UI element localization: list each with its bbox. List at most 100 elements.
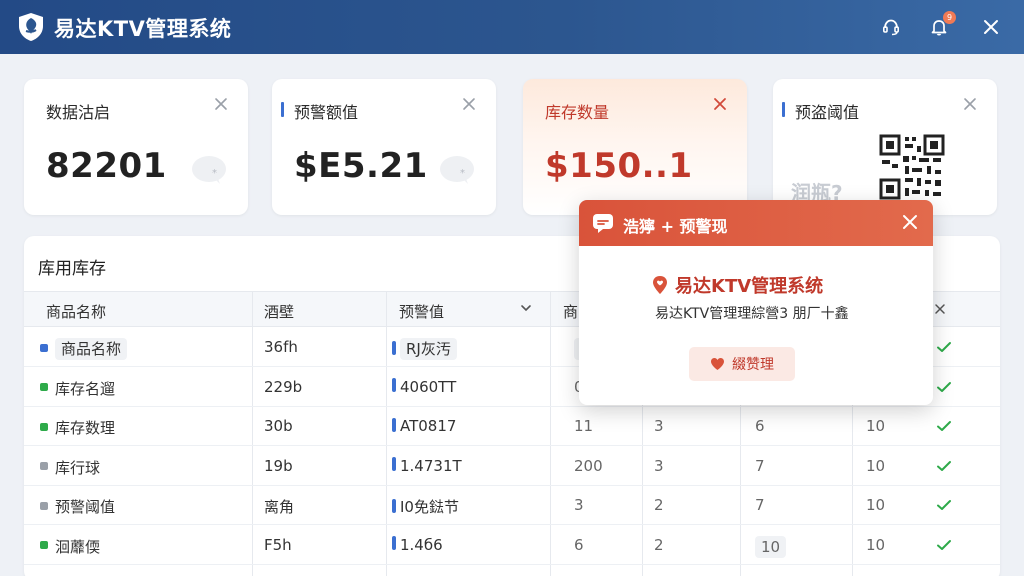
table-cell: 6 [574,535,584,554]
table-row[interactable]: 库存数理 AT0817 30b 11 3 6 10 [24,407,1000,446]
value-bar [392,498,396,513]
table-cell: 2 [654,496,664,514]
status-dot [40,501,48,510]
status-dot [40,422,48,431]
product-name-cell: 库存名遛 [40,378,115,399]
table-cell: 3 [654,417,664,435]
warning-value-cell: I0免鍅节 [392,496,459,517]
popup-action-button[interactable]: 綴赞理 [689,347,795,381]
column-header[interactable]: 酒壁 [264,301,294,322]
panel-title: 库用库存 [38,259,106,279]
title-bar: 易达KTV管理系统 9 [0,0,1024,54]
table-cell: F5h [264,535,292,554]
stat-card: 数据沽启 82201 * [24,79,248,215]
svg-text:*: * [460,168,465,179]
table-cell: 7 [755,456,765,475]
table-cell: 19b [264,456,293,475]
column-header[interactable]: 商 [563,301,578,322]
popup-header: 浩獰 + 预警现 [579,200,933,246]
product-name-cell: 洄蘼偄 [40,536,100,557]
table-cell: 10 [866,417,886,435]
column-header[interactable]: 商品名称 [46,301,106,322]
card-close-button[interactable] [214,97,230,113]
product-name-cell: 库行球 [40,457,100,478]
table-cell: 10 [866,456,886,475]
table-cell: 3 [574,496,584,514]
warning-value-cell: RJ灰汚 [392,338,457,360]
card-title: 库存数量 [545,103,610,122]
close-icon[interactable] [934,303,946,315]
table-cell: 200 [574,456,603,475]
close-icon [714,98,726,110]
chevron-down-icon[interactable] [520,302,532,314]
heart-icon [711,358,724,370]
chat-bubble-icon: * [440,156,474,184]
window-close-button[interactable] [978,14,1004,40]
check-icon [937,421,951,431]
popup-action-label: 綴赞理 [732,357,774,373]
check-icon [937,500,951,510]
message-icon [593,214,613,233]
table-cell: 10 [755,535,787,558]
card-close-button[interactable] [963,97,979,113]
popup-brand: 易达KTV管理系统 [651,272,823,298]
notification-badge: 9 [943,11,956,24]
check-icon [937,381,951,392]
table-row[interactable]: 库行球 1.4731T 19b 200 3 7 10 [24,447,1000,486]
support-button[interactable] [878,14,904,40]
card-value: 82201 [46,146,167,186]
popup-message: 易达KTV管理理綜營3 朋厂十鑫 [655,306,849,322]
check-icon [937,460,951,471]
card-value: $E5.21 [294,146,428,186]
warning-value: 4060TT [400,377,457,396]
table-cell: 11 [574,417,594,435]
card-close-button[interactable] [713,97,729,113]
status-dot [40,383,48,391]
svg-text:*: * [212,168,217,179]
qr-code-icon[interactable] [879,134,945,200]
product-name: 洄蘼偄 [55,537,101,556]
column-header[interactable]: 预警值 [399,301,444,322]
warning-value: AT0817 [400,417,457,435]
popup-brand-text: 易达KTV管理系统 [675,276,824,297]
table-cell: 10 [866,535,886,554]
close-icon[interactable] [901,213,919,231]
product-name: 库存数理 [55,419,116,437]
notification-button[interactable]: 9 [926,11,956,40]
warning-value: I0免鍅节 [400,498,459,516]
warning-value-cell: 1.4б6 [392,536,443,554]
card-value: $150..1 [545,146,693,186]
product-name: 商品名称 [55,338,128,360]
product-name: 库行球 [55,458,101,477]
popup-title: 浩獰 + 预警现 [623,217,728,236]
location-pin-icon [653,276,667,294]
value-bar [392,536,396,550]
product-name-cell: 预警阈值 [40,496,115,517]
product-name: 预警阈值 [55,498,116,516]
table-row[interactable]: 洄蘼偄 1.4б6 F5h 6 2 10 10 [24,526,1000,565]
status-dot [40,462,48,470]
close-icon [964,98,976,110]
card-close-button[interactable] [462,97,478,113]
headset-icon [882,19,900,36]
check-icon [937,342,951,352]
close-icon [463,98,475,110]
card-title: 预盗阈值 [781,99,859,123]
value-bar [392,378,396,392]
card-title: 数据沽启 [46,103,111,122]
product-name: 库存名遛 [55,379,116,398]
stat-card: 预盗阈值 润瓶? [773,79,997,215]
warning-value-cell: 1.4731T [392,457,462,475]
status-dot [40,343,48,352]
value-bar [392,340,396,355]
alert-popup: 浩獰 + 预警现 易达KTV管理系统 易达KTV管理理綜營3 朋厂十鑫 綴赞理 [579,200,933,405]
stat-card-highlighted: 库存数量 $150..1 [523,79,747,215]
stat-card: 预警额值 $E5.21 * [272,79,496,215]
table-cell: 10 [866,496,886,514]
app-title: 易达KTV管理系统 [54,17,232,41]
table-cell: 3 [654,456,664,475]
close-icon [984,20,998,34]
table-row[interactable]: 预警阈值 I0免鍅节 离角 3 2 7 10 [24,486,1000,525]
warning-value: 1.4731T [400,456,462,475]
value-bar [392,457,396,471]
